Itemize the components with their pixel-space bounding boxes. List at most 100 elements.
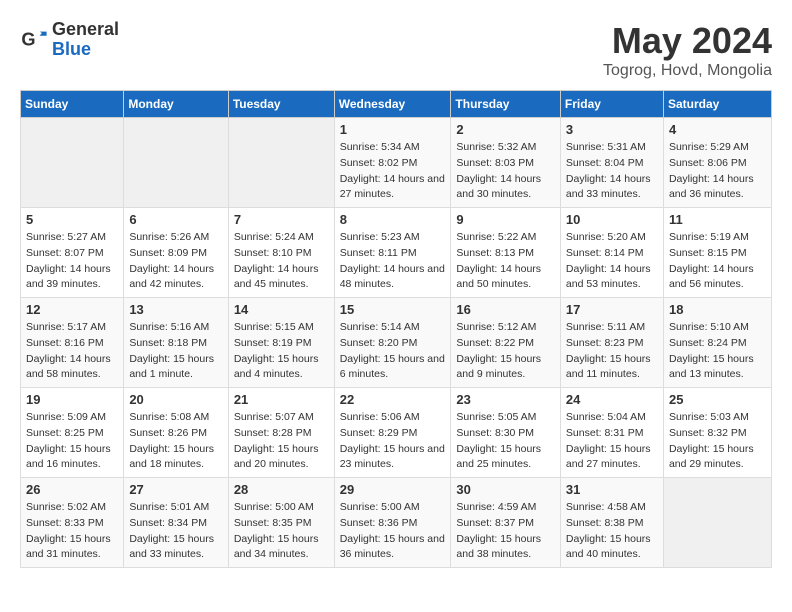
day-info: Sunrise: 5:23 AMSunset: 8:11 PMDaylight:… xyxy=(340,230,446,293)
day-number: 21 xyxy=(234,392,329,407)
calendar-week-row: 1 Sunrise: 5:34 AMSunset: 8:02 PMDaylight… xyxy=(21,118,772,208)
day-info: Sunrise: 5:08 AMSunset: 8:26 PMDaylight:… xyxy=(129,410,222,473)
logo-icon: G xyxy=(20,26,48,54)
calendar-week-row: 12Sunrise: 5:17 AMSunset: 8:16 PMDayligh… xyxy=(21,298,772,388)
day-info: Sunrise: 4:58 AMSunset: 8:38 PMDaylight:… xyxy=(566,500,658,563)
day-number: 17 xyxy=(566,302,658,317)
calendar-day-cell: 4 Sunrise: 5:29 AMSunset: 8:06 PMDaylight… xyxy=(663,118,771,208)
day-info: Sunrise: 5:31 AMSunset: 8:04 PMDaylight:… xyxy=(566,140,658,203)
day-info: Sunrise: 5:15 AMSunset: 8:19 PMDaylight:… xyxy=(234,320,329,383)
calendar-day-cell: 30 Sunrise: 4:59 AMSunset: 8:37 PMDayligh… xyxy=(451,478,561,568)
calendar-day-cell: 31 Sunrise: 4:58 AMSunset: 8:38 PMDayligh… xyxy=(560,478,663,568)
day-number: 8 xyxy=(340,212,446,227)
day-number: 14 xyxy=(234,302,329,317)
day-number: 28 xyxy=(234,482,329,497)
calendar-day-cell xyxy=(21,118,124,208)
day-info: Sunrise: 5:00 AMSunset: 8:35 PMDaylight:… xyxy=(234,500,329,563)
day-number: 16 xyxy=(456,302,555,317)
day-number: 15 xyxy=(340,302,446,317)
day-number: 27 xyxy=(129,482,222,497)
logo-general: General xyxy=(52,20,119,40)
calendar-day-cell: 26 Sunrise: 5:02 AMSunset: 8:33 PMDayligh… xyxy=(21,478,124,568)
calendar-day-cell: 10 Sunrise: 5:20 AMSunset: 8:14 PMDayligh… xyxy=(560,208,663,298)
day-number: 19 xyxy=(26,392,118,407)
weekday-header-row: SundayMondayTuesdayWednesdayThursdayFrid… xyxy=(21,91,772,118)
day-info: Sunrise: 5:05 AMSunset: 8:30 PMDaylight:… xyxy=(456,410,555,473)
day-number: 26 xyxy=(26,482,118,497)
calendar-day-cell: 24Sunrise: 5:04 AMSunset: 8:31 PMDayligh… xyxy=(560,388,663,478)
calendar-week-row: 26 Sunrise: 5:02 AMSunset: 8:33 PMDayligh… xyxy=(21,478,772,568)
day-number: 9 xyxy=(456,212,555,227)
calendar-day-cell: 20 Sunrise: 5:08 AMSunset: 8:26 PMDayligh… xyxy=(124,388,228,478)
month-year-title: May 2024 xyxy=(603,20,772,62)
day-number: 22 xyxy=(340,392,446,407)
weekday-header-tuesday: Tuesday xyxy=(228,91,334,118)
calendar-day-cell: 27 Sunrise: 5:01 AMSunset: 8:34 PMDayligh… xyxy=(124,478,228,568)
day-number: 12 xyxy=(26,302,118,317)
day-info: Sunrise: 5:27 AMSunset: 8:07 PMDaylight:… xyxy=(26,230,118,293)
calendar-day-cell: 23 Sunrise: 5:05 AMSunset: 8:30 PMDayligh… xyxy=(451,388,561,478)
day-info: Sunrise: 5:01 AMSunset: 8:34 PMDaylight:… xyxy=(129,500,222,563)
day-number: 13 xyxy=(129,302,222,317)
day-info: Sunrise: 5:02 AMSunset: 8:33 PMDaylight:… xyxy=(26,500,118,563)
svg-text:G: G xyxy=(21,29,35,49)
calendar-day-cell: 21 Sunrise: 5:07 AMSunset: 8:28 PMDayligh… xyxy=(228,388,334,478)
day-info: Sunrise: 5:07 AMSunset: 8:28 PMDaylight:… xyxy=(234,410,329,473)
weekday-header-saturday: Saturday xyxy=(663,91,771,118)
day-info: Sunrise: 5:04 AMSunset: 8:31 PMDaylight:… xyxy=(566,410,658,473)
logo-text: General Blue xyxy=(52,20,119,60)
day-number: 4 xyxy=(669,122,766,137)
calendar-header: SundayMondayTuesdayWednesdayThursdayFrid… xyxy=(21,91,772,118)
day-number: 1 xyxy=(340,122,446,137)
weekday-header-thursday: Thursday xyxy=(451,91,561,118)
day-number: 29 xyxy=(340,482,446,497)
day-number: 25 xyxy=(669,392,766,407)
calendar-day-cell: 2Sunrise: 5:32 AMSunset: 8:03 PMDaylight… xyxy=(451,118,561,208)
calendar-day-cell: 28 Sunrise: 5:00 AMSunset: 8:35 PMDayligh… xyxy=(228,478,334,568)
calendar-day-cell xyxy=(124,118,228,208)
calendar-day-cell: 25Sunrise: 5:03 AMSunset: 8:32 PMDayligh… xyxy=(663,388,771,478)
day-info: Sunrise: 5:06 AMSunset: 8:29 PMDaylight:… xyxy=(340,410,446,473)
day-info: Sunrise: 5:26 AMSunset: 8:09 PMDaylight:… xyxy=(129,230,222,293)
calendar-body: 1 Sunrise: 5:34 AMSunset: 8:02 PMDaylight… xyxy=(21,118,772,568)
day-info: Sunrise: 5:11 AMSunset: 8:23 PMDaylight:… xyxy=(566,320,658,383)
calendar-day-cell: 17 Sunrise: 5:11 AMSunset: 8:23 PMDayligh… xyxy=(560,298,663,388)
weekday-header-monday: Monday xyxy=(124,91,228,118)
day-number: 7 xyxy=(234,212,329,227)
calendar-day-cell: 29 Sunrise: 5:00 AMSunset: 8:36 PMDayligh… xyxy=(334,478,451,568)
weekday-header-sunday: Sunday xyxy=(21,91,124,118)
day-info: Sunrise: 5:32 AMSunset: 8:03 PMDaylight:… xyxy=(456,140,555,203)
calendar-day-cell: 3Sunrise: 5:31 AMSunset: 8:04 PMDaylight… xyxy=(560,118,663,208)
calendar-day-cell: 14 Sunrise: 5:15 AMSunset: 8:19 PMDayligh… xyxy=(228,298,334,388)
calendar-day-cell: 22 Sunrise: 5:06 AMSunset: 8:29 PMDayligh… xyxy=(334,388,451,478)
calendar-day-cell: 16Sunrise: 5:12 AMSunset: 8:22 PMDayligh… xyxy=(451,298,561,388)
day-info: Sunrise: 5:16 AMSunset: 8:18 PMDaylight:… xyxy=(129,320,222,383)
day-info: Sunrise: 5:29 AMSunset: 8:06 PMDaylight:… xyxy=(669,140,766,203)
calendar-day-cell: 8 Sunrise: 5:23 AMSunset: 8:11 PMDaylight… xyxy=(334,208,451,298)
calendar-day-cell: 6 Sunrise: 5:26 AMSunset: 8:09 PMDaylight… xyxy=(124,208,228,298)
calendar-day-cell: 9 Sunrise: 5:22 AMSunset: 8:13 PMDaylight… xyxy=(451,208,561,298)
weekday-header-wednesday: Wednesday xyxy=(334,91,451,118)
location-subtitle: Togrog, Hovd, Mongolia xyxy=(603,62,772,80)
page-header: G General Blue May 2024 Togrog, Hovd, Mo… xyxy=(20,20,772,80)
calendar-day-cell xyxy=(663,478,771,568)
day-number: 6 xyxy=(129,212,222,227)
day-info: Sunrise: 5:22 AMSunset: 8:13 PMDaylight:… xyxy=(456,230,555,293)
day-info: Sunrise: 5:19 AMSunset: 8:15 PMDaylight:… xyxy=(669,230,766,293)
day-number: 20 xyxy=(129,392,222,407)
day-number: 30 xyxy=(456,482,555,497)
day-info: Sunrise: 5:09 AMSunset: 8:25 PMDaylight:… xyxy=(26,410,118,473)
calendar-week-row: 5Sunrise: 5:27 AMSunset: 8:07 PMDaylight… xyxy=(21,208,772,298)
weekday-header-friday: Friday xyxy=(560,91,663,118)
day-info: Sunrise: 4:59 AMSunset: 8:37 PMDaylight:… xyxy=(456,500,555,563)
calendar-week-row: 19 Sunrise: 5:09 AMSunset: 8:25 PMDayligh… xyxy=(21,388,772,478)
calendar-day-cell: 18Sunrise: 5:10 AMSunset: 8:24 PMDayligh… xyxy=(663,298,771,388)
day-info: Sunrise: 5:20 AMSunset: 8:14 PMDaylight:… xyxy=(566,230,658,293)
day-number: 31 xyxy=(566,482,658,497)
day-info: Sunrise: 5:34 AMSunset: 8:02 PMDaylight:… xyxy=(340,140,446,203)
day-number: 18 xyxy=(669,302,766,317)
day-info: Sunrise: 5:24 AMSunset: 8:10 PMDaylight:… xyxy=(234,230,329,293)
day-info: Sunrise: 5:00 AMSunset: 8:36 PMDaylight:… xyxy=(340,500,446,563)
day-number: 10 xyxy=(566,212,658,227)
day-number: 23 xyxy=(456,392,555,407)
